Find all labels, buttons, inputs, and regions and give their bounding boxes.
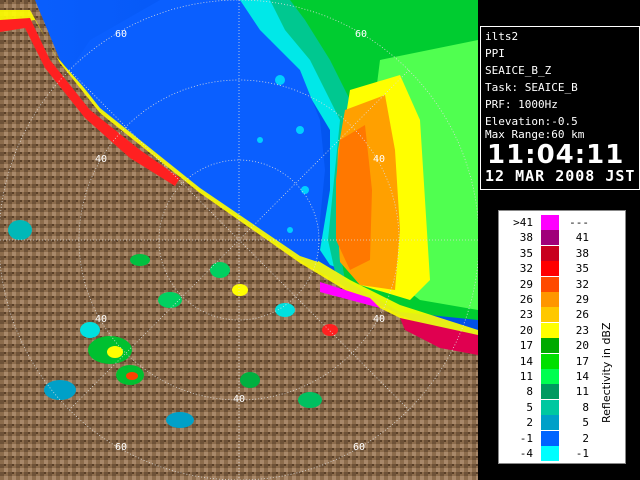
range-label-60-bottomleft: 60: [115, 442, 127, 453]
range-label-60-topleft: 60: [115, 29, 127, 40]
legend-color-swatch: [541, 415, 559, 431]
range-label-60-topright: 60: [355, 29, 367, 40]
legend-low-value: 17: [519, 339, 533, 353]
range-label-40-bottom: 40: [233, 394, 245, 405]
legend-color-swatch: [541, 245, 559, 261]
legend-high-value: 38: [575, 246, 589, 260]
legend-low-value: 2: [526, 416, 533, 430]
legend-low-value: 38: [519, 231, 533, 245]
legend-color-swatch: [541, 353, 559, 369]
legend-high-value: 41: [575, 231, 589, 245]
scan-type: PPI: [485, 47, 505, 60]
legend-high-value: 2: [582, 431, 589, 445]
legend-low-value: -4: [519, 447, 533, 460]
legend-low-value: 35: [519, 246, 533, 260]
legend-low-value: 26: [519, 293, 533, 306]
legend-low-value: 29: [519, 277, 533, 291]
legend-high-value: ---: [569, 216, 589, 229]
legend-low-value: 20: [519, 323, 533, 337]
legend-high-value: 32: [575, 277, 589, 291]
legend-color-swatch: [541, 230, 559, 246]
legend-row: 29 32: [499, 276, 609, 292]
legend-row: 32 35: [499, 261, 609, 277]
legend-color-swatch: [541, 338, 559, 354]
legend-row: 35 38: [499, 245, 609, 261]
legend-row: 8 11: [499, 384, 609, 400]
legend-low-value: 11: [519, 370, 533, 383]
legend-high-value: 29: [575, 293, 589, 306]
legend-high-value: 17: [575, 354, 589, 368]
legend-row: 20 23: [499, 322, 609, 338]
legend-high-value: 23: [575, 323, 589, 337]
scan-time: 11:04:11: [487, 140, 625, 170]
reflectivity-legend: >41 --- 38 41 35 38 32 35 29 32 26 29 23 26 20 23 17 20 14…: [498, 210, 626, 464]
legend-low-value: 5: [526, 400, 533, 414]
task-name: Task: SEAICE_B: [485, 81, 578, 94]
scan-date: 12 MAR 2008 JST: [485, 167, 636, 185]
legend-low-value: 8: [526, 385, 533, 399]
legend-color-swatch: [541, 276, 559, 292]
echo-darkorange: [336, 125, 372, 270]
prf-value: PRF: 1000Hz: [485, 98, 558, 111]
legend-row: 11 14: [499, 369, 609, 384]
range-label-40-right: 40: [373, 154, 385, 165]
legend-low-value: 23: [519, 308, 533, 322]
legend-high-value: 26: [575, 308, 589, 322]
legend-title: Reflectivity in dBZ: [600, 322, 613, 423]
legend-row: 25: [499, 415, 609, 431]
scan-info-panel: ilts2 PPI SEAICE_B_Z Task: SEAICE_B PRF:…: [480, 26, 640, 190]
legend-row: 58: [499, 399, 609, 415]
legend-row: -1 2: [499, 430, 609, 446]
elevation-value: Elevation:-0.5: [485, 115, 578, 128]
legend-color-swatch: [541, 399, 559, 415]
legend-low-value: -1: [519, 431, 533, 445]
radar-ppi-display[interactable]: 40 40 40 40 40 60 60 60 60: [0, 0, 478, 480]
legend-color-swatch: [541, 292, 559, 307]
legend-low-value: 14: [519, 354, 533, 368]
legend-row: 38 41: [499, 230, 609, 246]
legend-color-swatch: [541, 384, 559, 400]
legend-title-text: Reflectivity in dBZ: [600, 322, 613, 423]
legend-row: >41 ---: [499, 215, 609, 230]
legend-row: 17 20: [499, 338, 609, 354]
legend-color-swatch: [541, 322, 559, 338]
legend-high-value: 5: [582, 416, 589, 430]
range-label-40-bottomleft: 40: [95, 314, 107, 325]
station-name: ilts2: [485, 30, 519, 43]
legend-color-swatch: [541, 446, 559, 461]
legend-color-swatch: [541, 261, 559, 277]
legend-high-value: -1: [575, 447, 589, 460]
legend-color-swatch: [541, 307, 559, 323]
legend-color-swatch: [541, 215, 559, 230]
legend-high-value: 20: [575, 339, 589, 353]
legend-low-value: >41: [513, 216, 533, 229]
range-label-40-left: 40: [95, 154, 107, 165]
legend-high-value: 35: [575, 262, 589, 276]
legend-high-value: 14: [575, 370, 589, 383]
legend-high-value: 8: [582, 400, 589, 414]
legend-row: 14 17: [499, 353, 609, 369]
legend-row: -4 -1: [499, 446, 609, 461]
legend-high-value: 11: [575, 385, 589, 399]
range-label-40-bottomright: 40: [373, 314, 385, 325]
legend-color-swatch: [541, 430, 559, 446]
legend-row: 26 29: [499, 292, 609, 307]
legend-row: 23 26: [499, 307, 609, 323]
legend-color-swatch: [541, 369, 559, 384]
legend-low-value: 32: [519, 262, 533, 276]
product-name: SEAICE_B_Z: [485, 64, 552, 77]
range-label-60-bottomright: 60: [353, 442, 365, 453]
